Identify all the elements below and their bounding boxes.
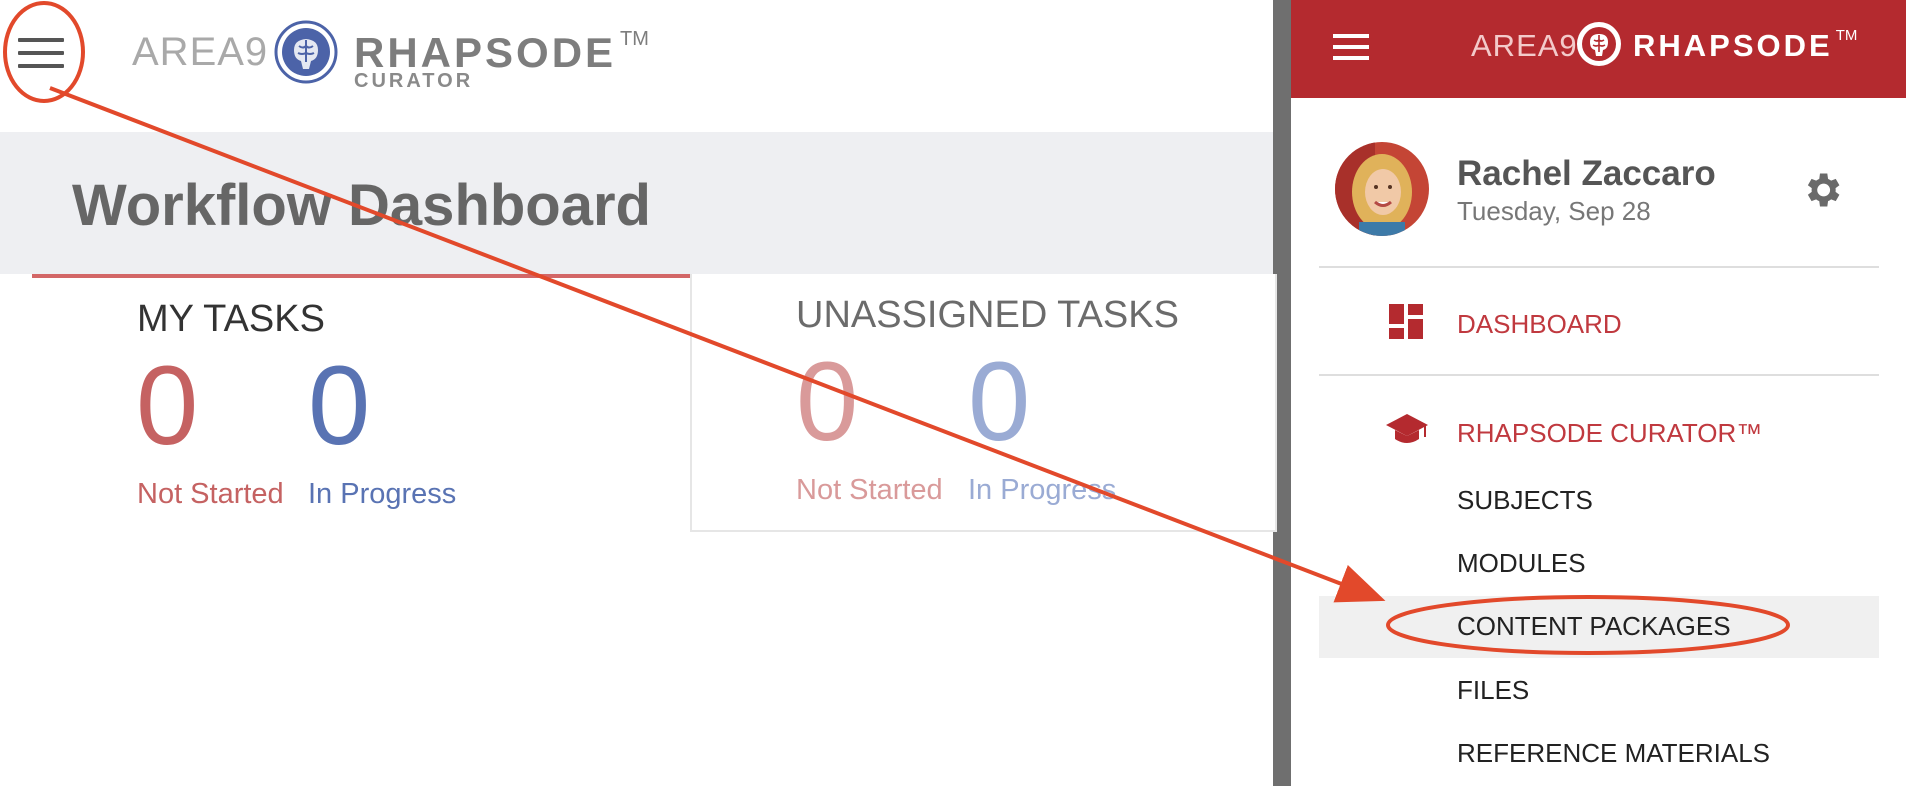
nav-reference-materials[interactable]: REFERENCE MATERIALS bbox=[1457, 738, 1770, 769]
nav-dashboard[interactable]: DASHBOARD bbox=[1457, 309, 1622, 340]
nav-subjects[interactable]: SUBJECTS bbox=[1457, 485, 1593, 516]
unassigned-in-progress-label: In Progress bbox=[968, 474, 1117, 506]
unassigned-in-progress-count: 0 bbox=[968, 339, 1031, 464]
my-tasks-card[interactable]: MY TASKS 0 0 Not Started In Progress bbox=[32, 274, 692, 538]
my-in-progress-count: 0 bbox=[308, 343, 371, 468]
nav-modules[interactable]: MODULES bbox=[1457, 548, 1586, 579]
nav-rhapsode-curator[interactable]: RHAPSODE CURATOR™ bbox=[1457, 418, 1762, 449]
graduation-cap-icon bbox=[1386, 414, 1428, 443]
unassigned-tasks-card[interactable]: UNASSIGNED TASKS 0 0 Not Started In Prog… bbox=[690, 274, 1277, 532]
dashboard-icon bbox=[1389, 304, 1423, 339]
app-header: AREA9 RHAPSODE TM CURATOR bbox=[0, 0, 1273, 132]
nav-content-packages[interactable]: CONTENT PACKAGES bbox=[1457, 611, 1731, 642]
avatar-image bbox=[1335, 142, 1429, 236]
my-in-progress-label: In Progress bbox=[308, 478, 457, 510]
area9-logo-text: AREA9 bbox=[132, 30, 269, 74]
task-cards: MY TASKS 0 0 Not Started In Progress UNA… bbox=[32, 274, 1277, 786]
menu-icon[interactable] bbox=[1333, 32, 1371, 62]
dashboard-title-band: Workflow Dashboard bbox=[0, 132, 1273, 274]
nav-files[interactable]: FILES bbox=[1457, 675, 1529, 706]
drawer-header: AREA9 RHAPSODE TM bbox=[1291, 0, 1906, 98]
menu-icon[interactable] bbox=[18, 34, 68, 74]
curator-logo-text: CURATOR bbox=[354, 70, 474, 92]
brain-logo-icon bbox=[274, 20, 338, 84]
my-tasks-title: MY TASKS bbox=[137, 298, 325, 340]
divider bbox=[1319, 266, 1879, 268]
user-date: Tuesday, Sep 28 bbox=[1457, 196, 1651, 226]
avatar[interactable] bbox=[1335, 142, 1429, 236]
my-not-started-count: 0 bbox=[136, 343, 199, 468]
page-title: Workflow Dashboard bbox=[72, 173, 651, 238]
gear-icon[interactable] bbox=[1800, 168, 1844, 212]
nav-drawer: AREA9 RHAPSODE TM Rachel Zaccaro Tuesday,… bbox=[1291, 0, 1906, 786]
unassigned-tasks-title: UNASSIGNED TASKS bbox=[796, 294, 1179, 336]
divider bbox=[1319, 374, 1879, 376]
unassigned-not-started-label: Not Started bbox=[796, 474, 943, 506]
unassigned-not-started-count: 0 bbox=[796, 339, 859, 464]
my-not-started-label: Not Started bbox=[137, 478, 284, 510]
brain-logo-icon bbox=[1577, 22, 1621, 66]
dashboard-screen: AREA9 RHAPSODE TM CURATOR Workflow Dashbo… bbox=[0, 0, 1277, 786]
user-name: Rachel Zaccaro bbox=[1457, 154, 1716, 193]
rhapsode-logo-text: RHAPSODE TM bbox=[1633, 27, 1858, 63]
area9-logo-text: AREA9 bbox=[1471, 28, 1578, 63]
